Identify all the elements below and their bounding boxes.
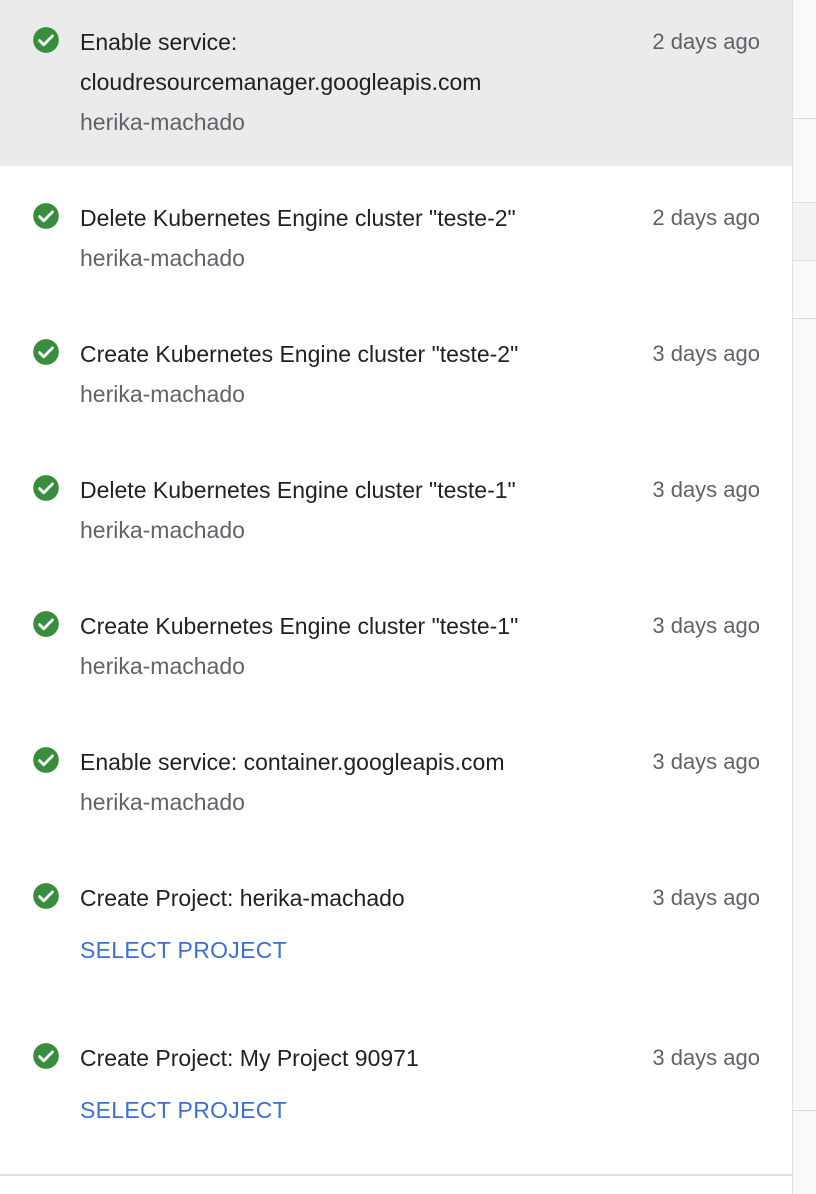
activity-user: herika-machado (80, 109, 245, 135)
check-circle-icon (33, 203, 59, 229)
activity-title: Delete Kubernetes Engine cluster "teste-… (80, 477, 516, 503)
activity-item[interactable]: Delete Kubernetes Engine cluster "teste-… (0, 166, 792, 302)
activity-time: 3 days ago (652, 885, 760, 910)
check-circle-icon (33, 747, 59, 773)
activity-item[interactable]: Create Kubernetes Engine cluster "teste-… (0, 302, 792, 438)
background-page-edge (792, 0, 816, 1194)
check-circle-icon (33, 339, 59, 365)
activity-item[interactable]: Enable service: container.googleapis.com… (0, 710, 792, 846)
activity-user: herika-machado (80, 381, 245, 407)
activity-item[interactable]: Create Project: herika-machado SELECT PR… (0, 846, 792, 1006)
select-project-link[interactable]: SELECT PROJECT (80, 1090, 287, 1130)
activity-title: Enable service: cloudresourcemanager.goo… (80, 29, 482, 95)
activity-item[interactable]: Create Kubernetes Engine cluster "teste-… (0, 574, 792, 710)
divider (793, 1110, 816, 1111)
divider (793, 118, 816, 119)
activity-user: herika-machado (80, 245, 245, 271)
check-circle-icon (33, 475, 59, 501)
activity-title: Enable service: container.googleapis.com (80, 749, 505, 775)
activity-title: Create Kubernetes Engine cluster "teste-… (80, 613, 519, 639)
activity-title: Delete Kubernetes Engine cluster "teste-… (80, 205, 516, 231)
list-divider (0, 1174, 792, 1176)
check-circle-icon (33, 611, 59, 637)
activity-user: herika-machado (80, 789, 245, 815)
activity-time: 2 days ago (652, 29, 760, 54)
activity-time: 3 days ago (652, 1045, 760, 1070)
activity-time: 3 days ago (652, 341, 760, 366)
activity-user: herika-machado (80, 517, 245, 543)
activity-item[interactable]: Create Project: My Project 90971 SELECT … (0, 1006, 792, 1174)
divider (793, 202, 816, 203)
activity-title: Create Kubernetes Engine cluster "teste-… (80, 341, 519, 367)
activity-title: Create Project: herika-machado (80, 885, 405, 911)
check-circle-icon (33, 1043, 59, 1069)
activity-item[interactable]: Enable service: cloudresourcemanager.goo… (0, 0, 792, 166)
activity-title: Create Project: My Project 90971 (80, 1045, 419, 1071)
activity-user: herika-machado (80, 653, 245, 679)
activity-time: 2 days ago (652, 205, 760, 230)
background-row (793, 202, 816, 260)
activity-time: 3 days ago (652, 613, 760, 638)
activity-time: 3 days ago (652, 477, 760, 502)
activity-item[interactable]: Delete Kubernetes Engine cluster "teste-… (0, 438, 792, 574)
activity-panel: Enable service: cloudresourcemanager.goo… (0, 0, 792, 1194)
divider (793, 260, 816, 261)
check-circle-icon (33, 883, 59, 909)
select-project-link[interactable]: SELECT PROJECT (80, 930, 287, 970)
activity-time: 3 days ago (652, 749, 760, 774)
check-circle-icon (33, 27, 59, 53)
divider (793, 318, 816, 319)
